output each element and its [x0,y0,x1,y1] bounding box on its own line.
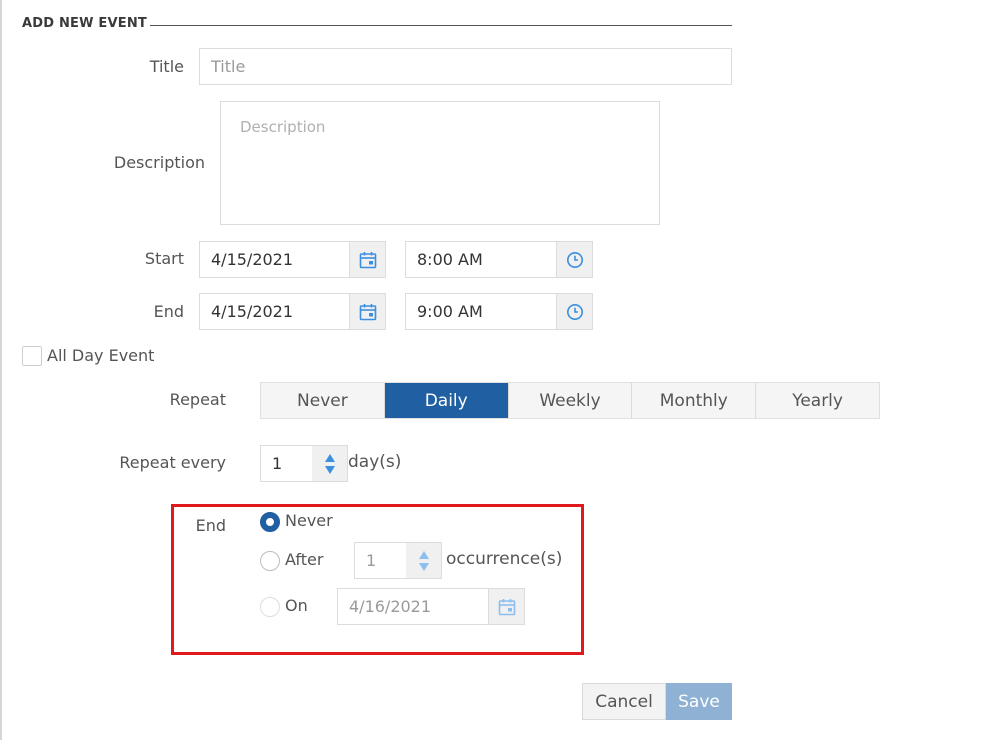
add-event-form: ADD NEW EVENT Title Description Start 4/… [0,0,998,740]
end-after-value[interactable]: 1 [355,543,406,578]
all-day-label[interactable]: All Day Event [47,346,154,365]
calendar-icon [359,251,376,268]
calendar-icon [498,598,515,615]
legend-divider [150,25,732,26]
end-on-date-value[interactable]: 4/16/2021 [338,589,488,624]
decrement-arrow-icon[interactable] [418,562,429,571]
end-never-label[interactable]: Never [285,511,333,530]
repeat-options: Never Daily Weekly Monthly Yearly [260,382,880,419]
end-after-arrows[interactable] [406,543,441,578]
repeat-option-daily[interactable]: Daily [384,383,509,418]
end-rule-label: End [195,516,226,535]
description-label: Description [113,153,205,172]
end-date-value[interactable]: 4/15/2021 [200,294,349,329]
start-time-clock-button[interactable] [556,242,592,277]
end-time-picker[interactable]: 9:00 AM [405,293,593,330]
highlight-box [171,504,584,655]
description-textarea[interactable] [220,101,660,225]
all-day-checkbox[interactable] [22,346,42,366]
end-on-date-picker[interactable]: 4/16/2021 [337,588,525,625]
repeat-option-monthly[interactable]: Monthly [632,383,757,418]
end-on-calendar-button[interactable] [488,589,524,624]
increment-arrow-icon[interactable] [418,550,429,559]
increment-arrow-icon[interactable] [324,453,335,462]
repeat-every-arrows[interactable] [312,446,347,481]
title-label: Title [149,57,184,76]
repeat-option-weekly[interactable]: Weekly [509,383,633,418]
decrement-arrow-icon[interactable] [324,465,335,474]
repeat-option-never[interactable]: Never [261,383,385,418]
title-input[interactable] [199,48,732,85]
clock-icon [566,251,583,268]
start-date-picker[interactable]: 4/15/2021 [199,241,386,278]
repeat-label: Repeat [169,390,226,409]
repeat-every-unit: day(s) [348,452,402,472]
repeat-option-yearly[interactable]: Yearly [756,383,879,418]
end-never-radio[interactable] [260,512,280,532]
start-time-value[interactable]: 8:00 AM [406,242,556,277]
end-after-stepper[interactable]: 1 [354,542,442,579]
end-after-radio[interactable] [260,551,280,571]
end-date-picker[interactable]: 4/15/2021 [199,293,386,330]
cancel-button[interactable]: Cancel [582,683,666,720]
repeat-every-value[interactable]: 1 [261,446,312,481]
start-time-picker[interactable]: 8:00 AM [405,241,593,278]
start-date-calendar-button[interactable] [349,242,385,277]
end-after-unit: occurrence(s) [446,549,563,569]
end-date-calendar-button[interactable] [349,294,385,329]
calendar-icon [359,303,376,320]
repeat-every-stepper[interactable]: 1 [260,445,348,482]
start-label: Start [144,249,184,268]
end-on-label[interactable]: On [285,596,308,615]
end-on-radio[interactable] [260,597,280,617]
end-label: End [153,302,184,321]
panel-border [0,0,2,740]
start-date-value[interactable]: 4/15/2021 [200,242,349,277]
save-button[interactable]: Save [666,683,732,720]
end-time-clock-button[interactable] [556,294,592,329]
clock-icon [566,303,583,320]
repeat-every-label: Repeat every [119,453,226,472]
form-legend: ADD NEW EVENT [22,16,147,31]
end-after-label[interactable]: After [285,550,323,569]
end-time-value[interactable]: 9:00 AM [406,294,556,329]
